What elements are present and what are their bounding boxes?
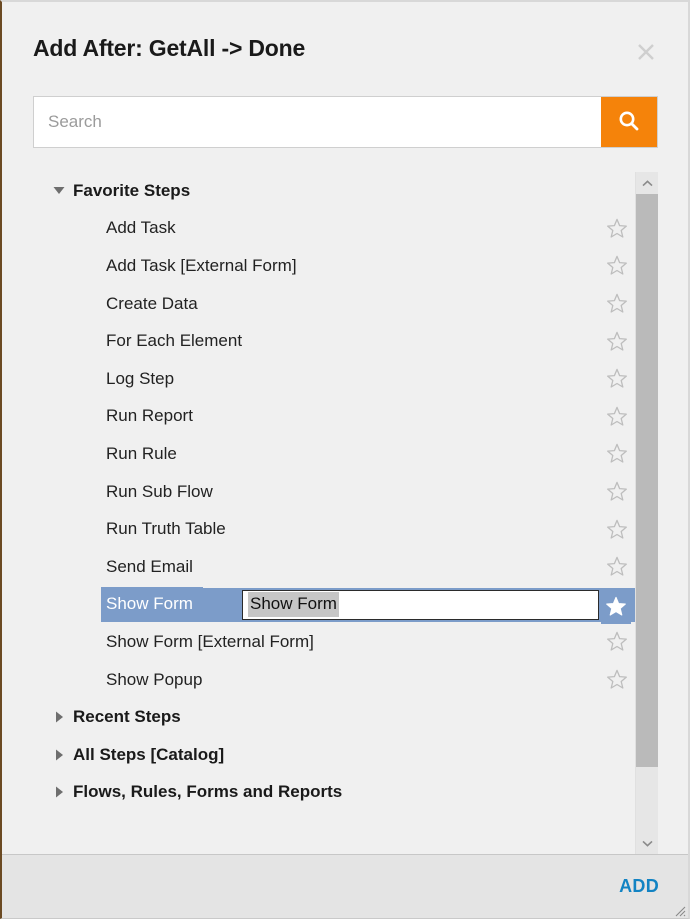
add-button[interactable]: ADD	[619, 876, 659, 897]
tree-item-label: Run Truth Table	[106, 519, 226, 539]
star-filled-icon[interactable]	[601, 589, 631, 624]
rename-input-value: Show Form	[248, 592, 339, 618]
star-outline-icon[interactable]	[604, 667, 630, 693]
tree-group-recent-steps[interactable]: Recent Steps	[33, 698, 635, 736]
tree-item-label: Show Form [External Form]	[106, 631, 314, 651]
tree-group-flows-rules-forms-reports[interactable]: Flows, Rules, Forms and Reports	[33, 774, 635, 812]
dialog-header: Add After: GetAll -> Done	[2, 2, 688, 80]
tree-item-run-sub-flow[interactable]: Run Sub Flow	[33, 473, 635, 511]
rename-input-wrapper[interactable]: Show Form	[242, 589, 599, 620]
tree-group-favorite-steps[interactable]: Favorite Steps	[33, 172, 635, 210]
scroll-down-button[interactable]	[636, 832, 658, 854]
search-button[interactable]	[601, 97, 657, 147]
search-icon	[616, 108, 642, 137]
tree-item-for-each-element[interactable]: For Each Element	[33, 322, 635, 360]
star-outline-icon[interactable]	[604, 516, 630, 542]
tree-item-label: Run Rule	[106, 443, 177, 463]
star-outline-icon[interactable]	[604, 479, 630, 505]
tree-item-add-task[interactable]: Add Task	[33, 210, 635, 248]
search-bar	[33, 96, 658, 148]
tree-group-label: Favorite Steps	[73, 180, 191, 200]
star-outline-icon[interactable]	[604, 253, 630, 279]
tree-item-label: Add Task [External Form]	[106, 255, 297, 275]
star-outline-icon[interactable]	[604, 215, 630, 241]
dialog-title: Add After: GetAll -> Done	[33, 35, 306, 61]
star-outline-icon[interactable]	[604, 291, 630, 317]
star-outline-icon[interactable]	[604, 403, 630, 429]
chevron-up-icon	[641, 174, 653, 192]
chevron-right-icon	[50, 749, 68, 761]
tree-item-label: Add Task	[106, 218, 176, 238]
tree-item-label: Show Popup	[106, 669, 203, 689]
steps-tree-region: Favorite Steps Add Task Add Task [Extern…	[33, 172, 658, 854]
tree-item-label: Run Sub Flow	[106, 481, 213, 501]
tree-item-label: For Each Element	[106, 331, 243, 351]
chevron-down-icon	[641, 834, 653, 852]
chevron-down-icon	[50, 186, 68, 195]
resize-grip-icon[interactable]	[672, 903, 686, 917]
chevron-right-icon	[50, 711, 68, 723]
tree-item-log-step[interactable]: Log Step	[33, 360, 635, 398]
tree-item-show-popup[interactable]: Show Popup	[33, 661, 635, 699]
tree-item-run-truth-table[interactable]: Run Truth Table	[33, 510, 635, 548]
star-outline-icon[interactable]	[604, 629, 630, 655]
tree-item-label: Send Email	[106, 556, 193, 576]
search-input[interactable]	[34, 97, 601, 147]
tree-item-label: Show Form	[101, 587, 203, 622]
chevron-right-icon	[50, 786, 68, 798]
tree-group-label: Recent Steps	[73, 707, 181, 727]
tree-item-create-data[interactable]: Create Data	[33, 285, 635, 323]
tree-item-send-email[interactable]: Send Email	[33, 548, 635, 586]
star-outline-icon[interactable]	[604, 328, 630, 354]
scrollbar-thumb[interactable]	[636, 194, 658, 767]
tree-item-show-form-external-form[interactable]: Show Form [External Form]	[33, 623, 635, 661]
star-outline-icon[interactable]	[604, 441, 630, 467]
tree-group-label: Flows, Rules, Forms and Reports	[73, 782, 343, 802]
tree-item-label: Create Data	[106, 293, 198, 313]
add-step-dialog: Add After: GetAll -> Done Search Favorit…	[0, 0, 690, 919]
scroll-up-button[interactable]	[636, 172, 658, 194]
tree-group-label: All Steps [Catalog]	[73, 744, 225, 764]
tree-item-show-form[interactable]: Show Form Show Form	[33, 586, 635, 624]
tree-item-label: Log Step	[106, 368, 175, 388]
tree-item-run-rule[interactable]: Run Rule	[33, 435, 635, 473]
tree-item-run-report[interactable]: Run Report	[33, 398, 635, 436]
star-outline-icon[interactable]	[604, 366, 630, 392]
vertical-scrollbar[interactable]	[635, 172, 658, 854]
steps-tree: Favorite Steps Add Task Add Task [Extern…	[33, 172, 635, 854]
star-outline-icon[interactable]	[604, 554, 630, 580]
tree-group-all-steps-catalog[interactable]: All Steps [Catalog]	[33, 736, 635, 774]
dialog-footer: ADD	[2, 854, 688, 918]
close-icon[interactable]	[634, 40, 658, 64]
tree-item-add-task-external-form[interactable]: Add Task [External Form]	[33, 247, 635, 285]
tree-item-label: Run Report	[106, 406, 193, 426]
